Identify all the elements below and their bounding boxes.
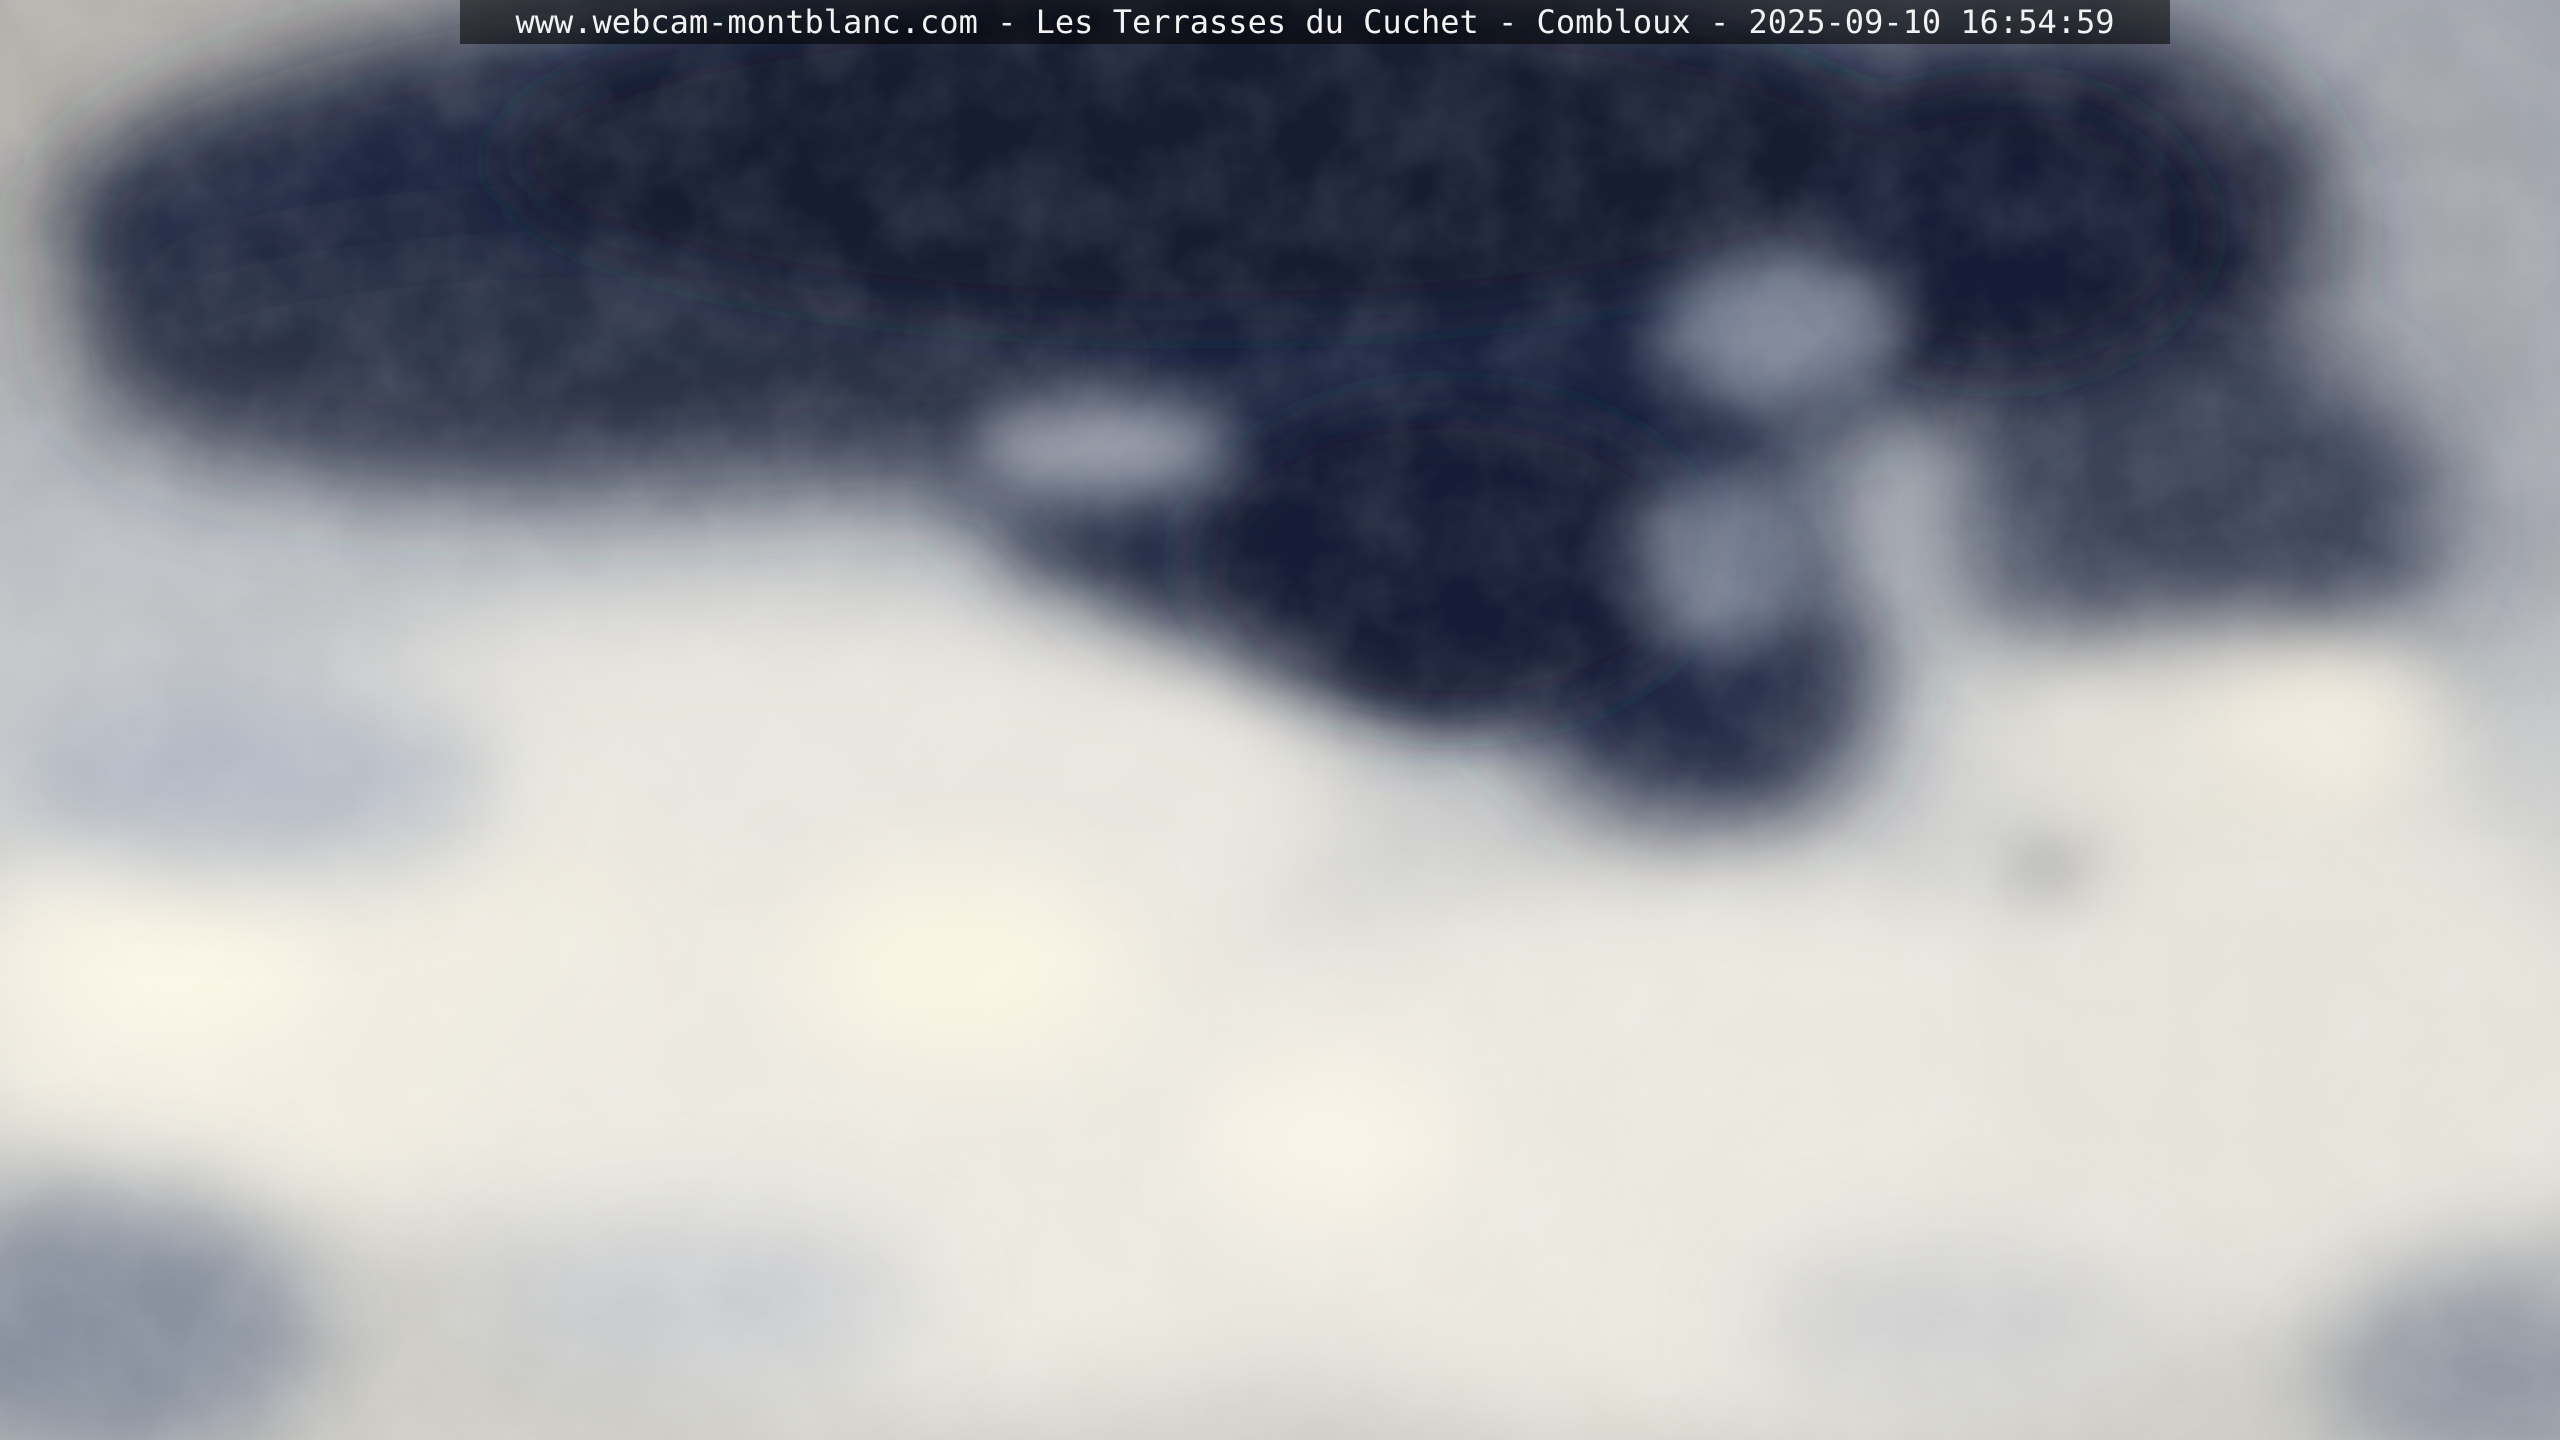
webcam-view: www.webcam-montblanc.com - Les Terrasses… <box>0 0 2560 1440</box>
sky-photo <box>0 0 2560 1440</box>
webcam-caption-bar: www.webcam-montblanc.com - Les Terrasses… <box>460 0 2170 44</box>
webcam-caption: www.webcam-montblanc.com - Les Terrasses… <box>515 3 2115 41</box>
